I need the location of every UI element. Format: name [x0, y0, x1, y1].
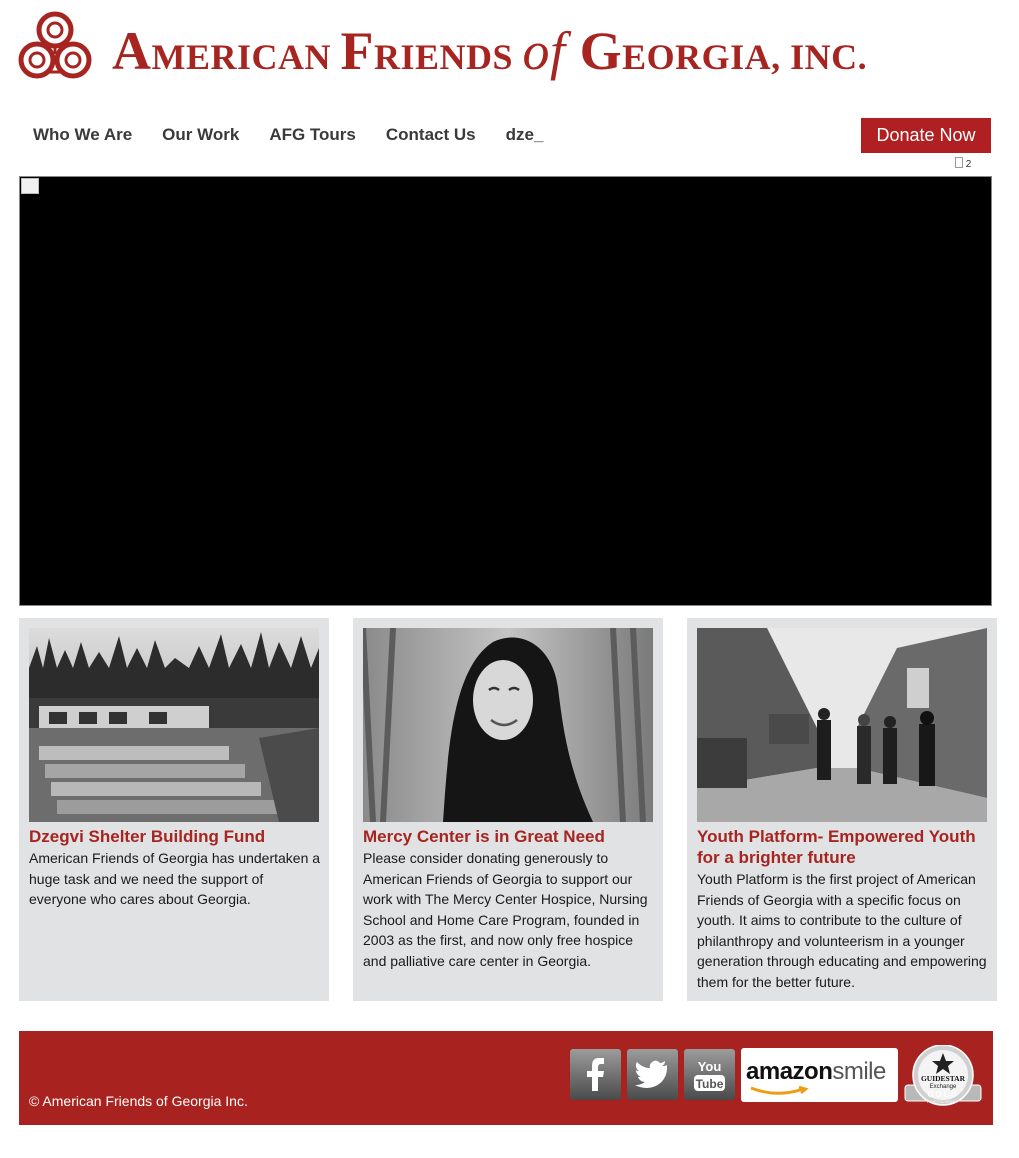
card-title[interactable]: Dzegvi Shelter Building Fund — [29, 826, 321, 847]
title-g-cap: G — [565, 21, 623, 81]
nav-who-we-are[interactable]: Who We Are — [18, 118, 147, 154]
broken-image-icon — [21, 178, 39, 194]
card-body: Please consider donating generously to A… — [363, 850, 648, 969]
card-dzegvi: Dzegvi Shelter Building Fund American Fr… — [19, 618, 329, 1001]
footer: © American Friends of Georgia Inc. You T… — [19, 1031, 993, 1125]
guidestar-level: GOLD — [927, 1090, 958, 1099]
card-image-ruins[interactable] — [29, 628, 319, 822]
nav-our-work[interactable]: Our Work — [147, 118, 254, 154]
card-title[interactable]: Youth Platform- Empowered Youth for a br… — [697, 826, 989, 868]
main-nav: Who We Are Our Work AFG Tours Contact Us… — [18, 118, 558, 154]
nav-contact-us[interactable]: Contact Us — [371, 118, 491, 154]
card-image-nun[interactable] — [363, 628, 653, 822]
twitter-icon[interactable] — [627, 1049, 678, 1100]
card-image-street[interactable] — [697, 628, 987, 822]
amazonsmile-logo[interactable]: amazonsmile — [741, 1048, 898, 1102]
title-a-cap: A — [112, 21, 152, 81]
guidestar-seal[interactable]: GUIDESTAR Exchange GOLD PARTICIPANT — [903, 1044, 983, 1109]
amazon-smile-arrow-icon — [750, 1086, 809, 1095]
slide-number: 2 — [965, 159, 972, 170]
card-body: Youth Platform is the first project of A… — [697, 871, 987, 990]
slide-indicator: 2 — [955, 157, 971, 170]
youtube-you-text: You — [698, 1059, 722, 1074]
guidestar-name: GUIDESTAR — [921, 1074, 966, 1083]
card-title[interactable]: Mercy Center is in Great Need — [363, 826, 655, 847]
card-youth-platform: Youth Platform- Empowered Youth for a br… — [687, 618, 997, 1001]
amazon-text: amazon — [746, 1058, 833, 1085]
card-body: American Friends of Georgia has undertak… — [29, 850, 321, 908]
site-title[interactable]: AMERICAN FRIENDS of GEORGIA, INC. — [112, 16, 1002, 86]
youtube-icon[interactable]: You Tube — [684, 1049, 735, 1100]
title-g-rest: EORGIA, INC. — [622, 37, 868, 77]
logo-knot-icon[interactable] — [18, 10, 92, 88]
nav-dze[interactable]: dze_ — [491, 118, 559, 154]
amazon-smile-text: smile — [832, 1058, 886, 1085]
card-mercy-center: Mercy Center is in Great Need Please con… — [353, 618, 663, 1001]
hero-slideshow[interactable] — [19, 176, 992, 606]
youtube-tube-text: Tube — [696, 1077, 724, 1091]
donate-button[interactable]: Donate Now — [861, 118, 991, 153]
facebook-icon[interactable] — [570, 1049, 621, 1100]
title-a-rest: MERICAN — [151, 37, 341, 77]
broken-image-icon — [955, 157, 963, 168]
title-of: of — [522, 21, 566, 81]
guidestar-sub: PARTICIPANT — [927, 1100, 959, 1104]
copyright-text: © American Friends of Georgia Inc. — [29, 1093, 248, 1109]
title-f-cap: F — [340, 21, 374, 81]
nav-afg-tours[interactable]: AFG Tours — [254, 118, 371, 154]
title-f-rest: RIENDS — [374, 37, 523, 77]
